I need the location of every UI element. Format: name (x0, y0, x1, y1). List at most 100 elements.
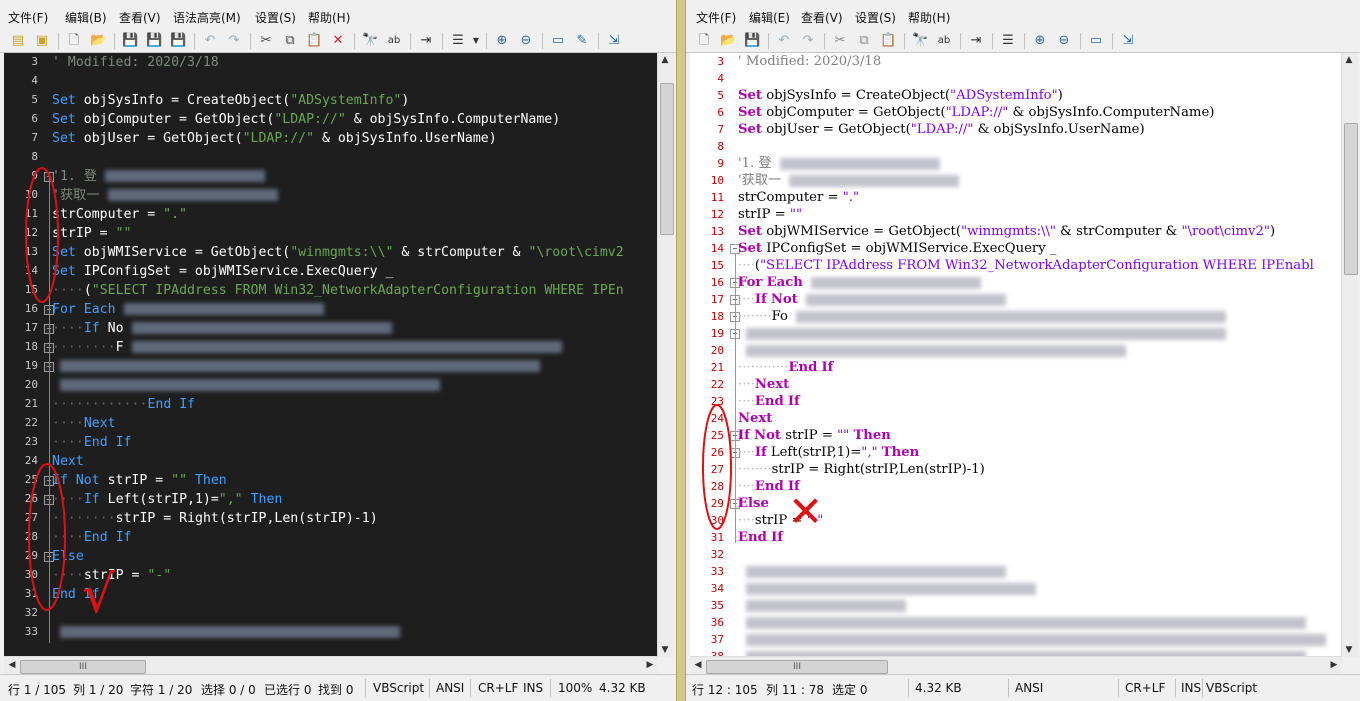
save-all-icon[interactable]: 💾 (170, 33, 186, 49)
scroll-left-icon[interactable]: ◀ (5, 660, 19, 670)
menu-help[interactable]: 帮助(H) (908, 9, 950, 26)
status-encoding[interactable]: ANSI (436, 681, 464, 695)
code-line[interactable]: ····If Left(strIP,1)="," Then (52, 490, 282, 509)
cut-icon[interactable]: ✂ (258, 33, 274, 49)
status-language[interactable]: VBScript (373, 681, 424, 695)
scroll-down-icon[interactable]: ▼ (1342, 645, 1356, 655)
menu-file[interactable]: 文件(F) (696, 9, 736, 26)
scroll-up-icon[interactable]: ▲ (658, 55, 672, 65)
scroll-right-icon[interactable]: ▶ (1327, 660, 1341, 670)
right-vertical-scrollbar[interactable]: ▲ ▼ (1341, 53, 1358, 657)
open-folder-icon[interactable]: ▤ (10, 33, 26, 49)
code-line[interactable]: strComputer = "." (738, 189, 859, 206)
find-icon[interactable]: 🔭 (912, 33, 928, 49)
replace-icon[interactable]: ab (936, 33, 952, 49)
code-line[interactable]: '获取一 (738, 172, 960, 189)
code-line[interactable] (738, 580, 1036, 597)
left-vscroll-thumb[interactable] (660, 83, 674, 235)
code-line[interactable] (52, 357, 540, 376)
code-line[interactable]: ····Next (738, 376, 789, 393)
code-line[interactable]: Next (52, 452, 84, 471)
chevron-down-icon[interactable]: ▼ (468, 33, 484, 49)
code-line[interactable]: ····If Not (738, 291, 1006, 308)
status-encoding[interactable]: ANSI (1015, 681, 1043, 695)
code-line[interactable]: Set objWMIService = GetObject("winmgmts:… (52, 243, 624, 262)
code-line[interactable]: ····Next (52, 414, 116, 433)
code-line[interactable]: ············End If (738, 359, 833, 376)
zoom-in-icon[interactable]: ⊕ (1032, 33, 1048, 49)
view-icon[interactable]: ▭ (1088, 33, 1104, 49)
code-line[interactable]: If Not strIP = "" Then (738, 427, 891, 444)
code-line[interactable] (738, 597, 906, 614)
menu-edit[interactable]: 编辑(B) (65, 9, 107, 26)
copy-icon[interactable]: ⧉ (856, 33, 872, 49)
status-language[interactable]: VBScript (1206, 681, 1257, 695)
code-line[interactable]: Set IPConfigSet = objWMIService.ExecQuer… (738, 240, 1056, 257)
code-line[interactable]: ····strIP = "-" (738, 512, 823, 529)
save-as-icon[interactable]: 💾 (146, 33, 162, 49)
code-line[interactable]: Else (52, 547, 84, 566)
right-code-area[interactable]: 34567891011121314−1516−17−18−19−20212223… (690, 53, 1342, 657)
code-line[interactable]: Set IPConfigSet = objWMIService.ExecQuer… (52, 262, 393, 281)
scroll-up-icon[interactable]: ▲ (1342, 55, 1356, 65)
code-line[interactable]: Set objUser = GetObject("LDAP://" & objS… (738, 121, 1145, 138)
undo-icon[interactable]: ↶ (202, 33, 218, 49)
scroll-right-icon[interactable]: ▶ (643, 660, 657, 670)
left-hscroll-thumb[interactable]: III (20, 660, 146, 674)
delete-icon[interactable]: ✕ (330, 33, 346, 49)
undo-icon[interactable]: ↶ (776, 33, 792, 49)
code-line[interactable] (52, 376, 440, 395)
redo-icon[interactable]: ↷ (226, 33, 242, 49)
scroll-left-icon[interactable]: ◀ (691, 660, 705, 670)
code-line[interactable]: Set objWMIService = GetObject("winmgmts:… (738, 223, 1275, 240)
menu-edit[interactable]: 编辑(E) (749, 9, 790, 26)
left-code-text[interactable]: ' Modified: 2020/3/18 Set objSysInfo = Cr… (52, 53, 658, 657)
menu-view[interactable]: 查看(V) (119, 9, 161, 26)
code-line[interactable]: ····strIP = "-" (52, 566, 171, 585)
code-line[interactable]: Set objSysInfo = CreateObject("ADSystemI… (52, 91, 409, 110)
menu-file[interactable]: 文件(F) (8, 9, 48, 26)
code-line[interactable]: For Each (738, 274, 981, 291)
browse-icon[interactable]: ▣ (34, 33, 50, 49)
right-horizontal-scrollbar[interactable]: ◀ III ▶ (690, 656, 1342, 675)
menu-settings[interactable]: 设置(S) (855, 9, 896, 26)
cut-icon[interactable]: ✂ (832, 33, 848, 49)
menu-view[interactable]: 查看(V) (801, 9, 843, 26)
menu-syntax[interactable]: 语法高亮(M) (173, 9, 241, 26)
goto-icon[interactable]: ⇥ (968, 33, 984, 49)
code-line[interactable]: ········Fo (738, 308, 1226, 325)
code-line[interactable]: ····("SELECT IPAddress FROM Win32_Networ… (738, 257, 1314, 274)
open-file-icon[interactable]: 📂 (720, 33, 736, 49)
code-line[interactable]: Else (738, 495, 769, 512)
code-line[interactable]: ····If Left(strIP,1)="," Then (738, 444, 919, 461)
zoom-out-icon[interactable]: ⊖ (1056, 33, 1072, 49)
code-line[interactable]: If Not strIP = "" Then (52, 471, 227, 490)
list-icon[interactable]: ☰ (1000, 33, 1016, 49)
new-file-icon[interactable]: 🗋 (66, 33, 82, 49)
menu-help[interactable]: 帮助(H) (308, 9, 350, 26)
open-file-icon[interactable]: 📂 (90, 33, 106, 49)
view-icon[interactable]: ▭ (550, 33, 566, 49)
code-line[interactable]: Set objSysInfo = CreateObject("ADSystemI… (738, 87, 1063, 104)
zoom-out-icon[interactable]: ⊖ (518, 33, 534, 49)
code-line[interactable]: '1. 登 (52, 167, 265, 186)
code-line[interactable]: ········strIP = Right(strIP,Len(strIP)-1… (52, 509, 378, 528)
find-icon[interactable]: 🔭 (362, 33, 378, 49)
right-code-text[interactable]: ' Modified: 2020/3/18 Set objSysInfo = Cr… (738, 53, 1342, 657)
copy-icon[interactable]: ⧉ (282, 33, 298, 49)
scroll-down-icon[interactable]: ▼ (658, 645, 672, 655)
right-vscroll-thumb[interactable] (1344, 123, 1358, 275)
right-hscroll-thumb[interactable]: III (706, 660, 888, 674)
goto-icon[interactable]: ⇥ (418, 33, 434, 49)
code-line[interactable]: ············End If (52, 395, 195, 414)
menu-settings[interactable]: 设置(S) (255, 9, 296, 26)
code-line[interactable]: ' Modified: 2020/3/18 (52, 53, 219, 72)
plugin-icon[interactable]: ⇲ (1120, 33, 1136, 49)
code-line[interactable]: ········strIP = Right(strIP,Len(strIP)-1… (738, 461, 985, 478)
paste-icon[interactable]: 📋 (306, 33, 322, 49)
code-line[interactable]: Set objComputer = GetObject("LDAP://" & … (738, 104, 1214, 121)
status-line-ending[interactable]: CR+LF (1125, 681, 1165, 695)
code-line[interactable] (738, 614, 1306, 631)
code-line[interactable]: '1. 登 (738, 155, 940, 172)
code-line[interactable]: ····End If (52, 433, 131, 452)
